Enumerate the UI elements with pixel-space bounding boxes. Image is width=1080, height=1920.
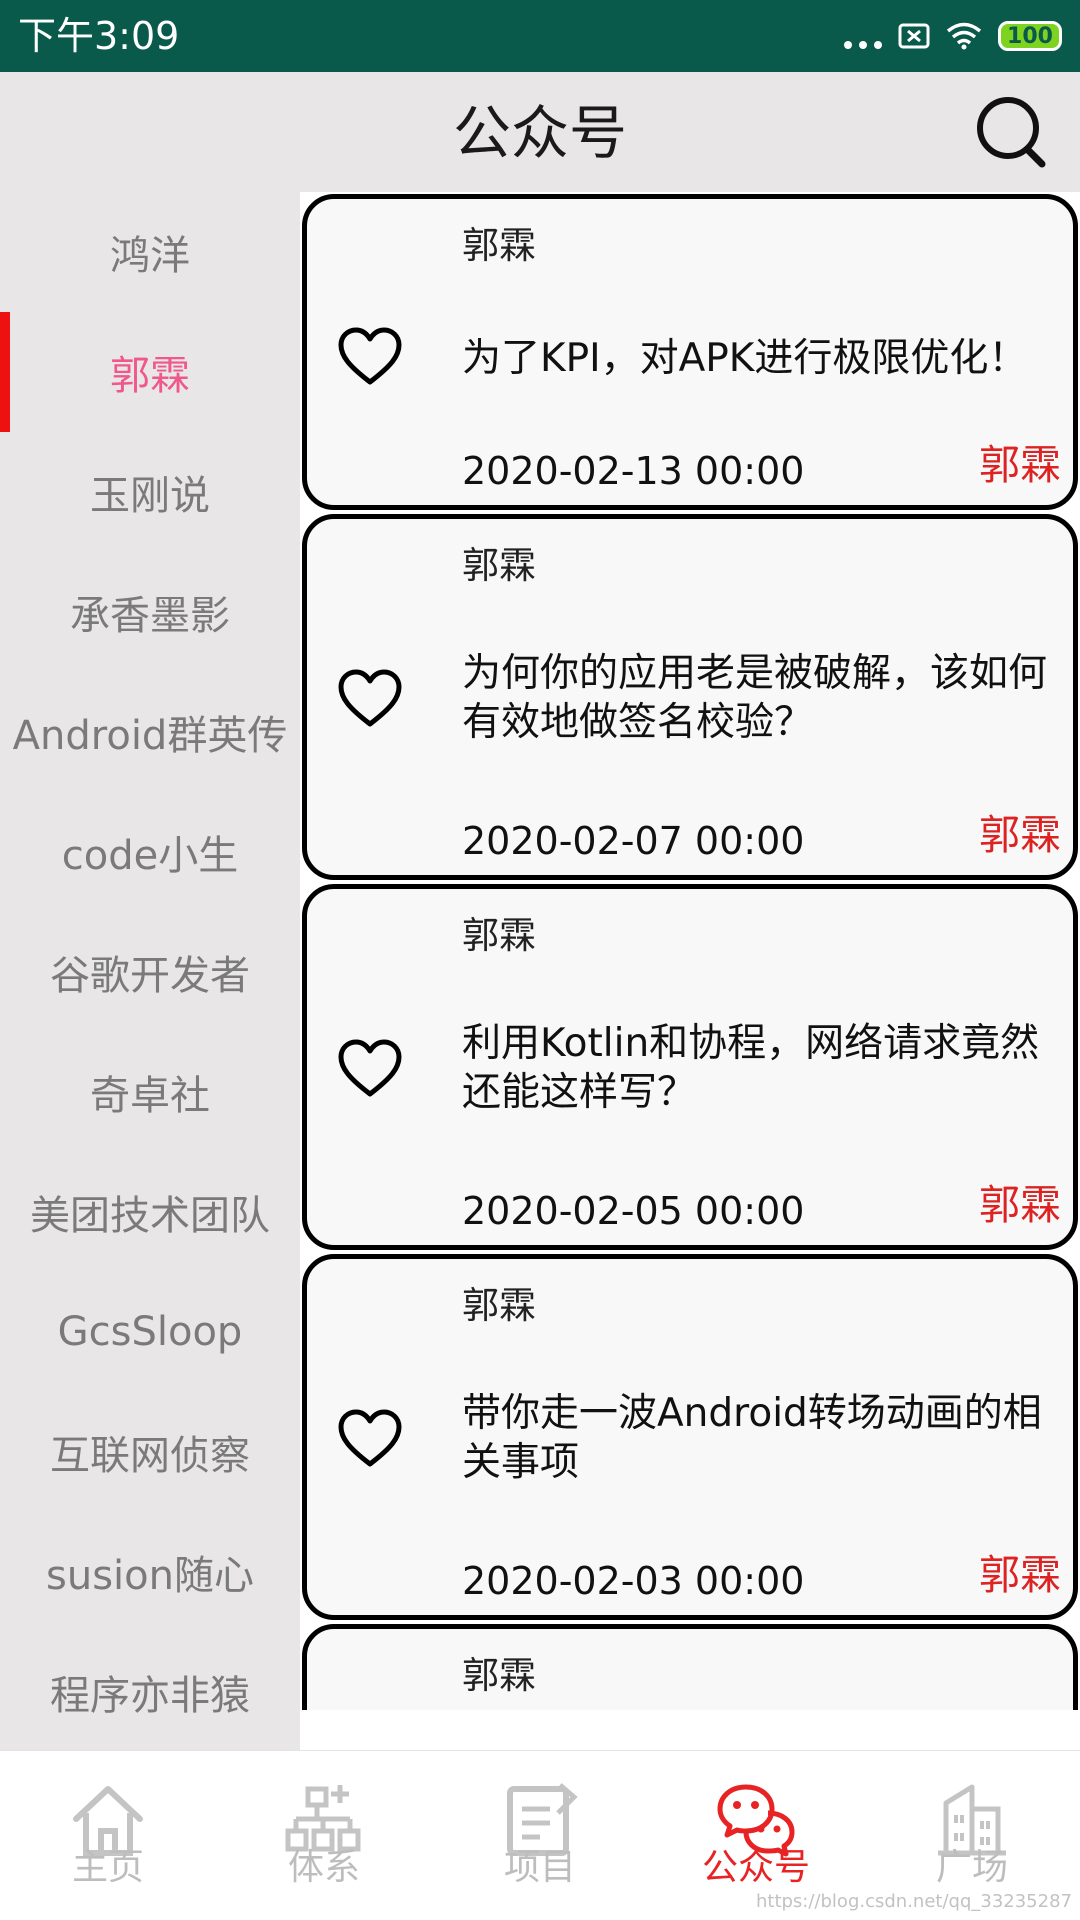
author-sidebar: 鸿洋 郭霖 玉刚说 承香墨影 Android群英传 code小生 谷歌开发者 奇…: [0, 192, 300, 1750]
article-title: 为了KPI，对APK进行极限优化！: [462, 336, 1028, 381]
nav-system[interactable]: 体系: [216, 1751, 432, 1920]
article-author: 郭霖: [462, 914, 536, 957]
heart-icon[interactable]: [337, 1039, 403, 1099]
battery-indicator: 100: [998, 21, 1062, 51]
article-card[interactable]: 郭霖 利用Kotlin和协程，网络请求竟然还能这样写？ 2020-02-05 0…: [302, 884, 1078, 1250]
sidebar-item[interactable]: 鸿洋: [0, 192, 300, 312]
article-chapter[interactable]: 郭霖: [979, 1541, 1061, 1601]
article-author: 郭霖: [462, 1284, 536, 1327]
sidebar-item[interactable]: 郭霖: [0, 312, 300, 432]
article-card[interactable]: 郭霖: [302, 1624, 1078, 1710]
sidebar-item[interactable]: GcsSloop: [0, 1272, 300, 1392]
article-card[interactable]: 郭霖 为何你的应用老是被破解，该如何有效地做签名校验？ 2020-02-07 0…: [302, 514, 1078, 880]
article-title: 为何你的应用老是被破解，该如何有效地做签名校验？: [462, 651, 1048, 745]
sidebar-item[interactable]: 美团技术团队: [0, 1152, 300, 1272]
article-title: 利用Kotlin和协程，网络请求竟然还能这样写？: [462, 1021, 1040, 1115]
nav-label: 广场: [935, 1847, 1008, 1888]
nav-home[interactable]: 主页: [0, 1751, 216, 1920]
nav-label: 体系: [287, 1847, 360, 1888]
sidebar-item[interactable]: code小生: [0, 792, 300, 912]
article-chapter[interactable]: 郭霖: [979, 431, 1061, 491]
sim-card-icon: [898, 23, 930, 49]
nav-label: 公众号: [701, 1847, 810, 1888]
nav-project[interactable]: 项目: [432, 1751, 648, 1920]
article-date: 2020-02-05 00:00: [462, 1189, 805, 1233]
article-date: 2020-02-13 00:00: [462, 449, 805, 493]
article-author: 郭霖: [462, 1654, 536, 1697]
article-chapter[interactable]: 郭霖: [979, 1171, 1061, 1231]
wifi-icon: [946, 22, 982, 50]
article-chapter[interactable]: 郭霖: [979, 801, 1061, 861]
article-title: 带你走一波Android转场动画的相关事项: [462, 1391, 1042, 1485]
sidebar-item[interactable]: 承香墨影: [0, 552, 300, 672]
article-list: 郭霖 为了KPI，对APK进行极限优化！ 2020-02-13 00:00 郭霖…: [300, 192, 1080, 1710]
app-screen: 下午3:09 100 公众号 鸿洋 郭霖 玉刚说 承香墨影 Android群英传…: [0, 0, 1080, 1920]
heart-icon[interactable]: [337, 669, 403, 729]
article-card[interactable]: 郭霖 为了KPI，对APK进行极限优化！ 2020-02-13 00:00 郭霖: [302, 194, 1078, 510]
page-title: 公众号: [452, 99, 627, 167]
sidebar-item[interactable]: susion随心: [0, 1512, 300, 1632]
article-author: 郭霖: [462, 224, 536, 267]
sidebar-item[interactable]: 程序亦非猿: [0, 1632, 300, 1750]
status-icons: 100: [844, 14, 1062, 58]
app-header: 公众号: [0, 72, 1080, 192]
article-author: 郭霖: [462, 544, 536, 587]
status-bar: 下午3:09 100: [0, 0, 1080, 72]
sidebar-item[interactable]: 奇卓社: [0, 1032, 300, 1152]
nav-label: 项目: [503, 1847, 576, 1888]
nav-label: 主页: [71, 1847, 144, 1888]
more-dots-icon: [844, 41, 882, 49]
sidebar-item[interactable]: 谷歌开发者: [0, 912, 300, 1032]
heart-icon[interactable]: [337, 327, 403, 387]
status-time: 下午3:09: [18, 14, 180, 58]
sidebar-item[interactable]: 玉刚说: [0, 432, 300, 552]
article-date: 2020-02-03 00:00: [462, 1559, 805, 1603]
sidebar-item[interactable]: Android群英传: [0, 672, 300, 792]
watermark: https://blog.csdn.net/qq_33235287: [755, 1891, 1072, 1912]
search-icon[interactable]: [972, 92, 1052, 172]
sidebar-item[interactable]: 互联网侦察: [0, 1392, 300, 1512]
article-card[interactable]: 郭霖 带你走一波Android转场动画的相关事项 2020-02-03 00:0…: [302, 1254, 1078, 1620]
heart-icon[interactable]: [337, 1409, 403, 1469]
article-date: 2020-02-07 00:00: [462, 819, 805, 863]
